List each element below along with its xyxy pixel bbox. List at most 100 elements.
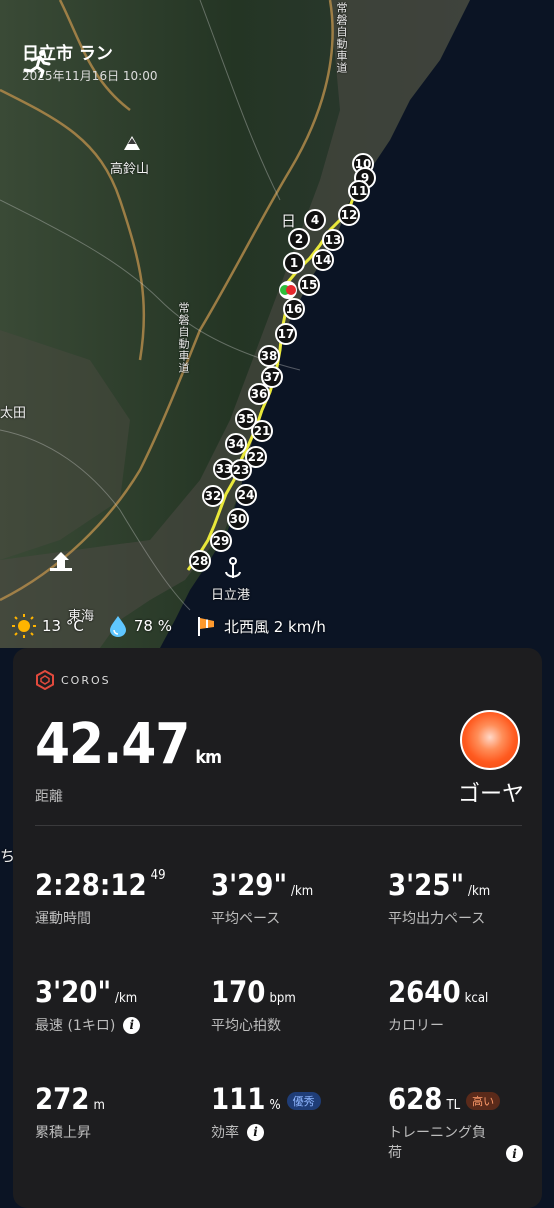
- road-label-mid: 常磐自動車道: [177, 302, 190, 374]
- avg-power-pace-label: 平均出力ペース: [388, 911, 486, 927]
- route-marker: 21: [251, 420, 273, 442]
- avg-pace-unit: /km: [291, 884, 314, 899]
- route-marker: 16: [283, 298, 305, 320]
- efficiency-unit: %: [269, 1098, 281, 1113]
- route-marker-label: 33: [216, 462, 233, 476]
- time-hundredths: 49: [150, 868, 166, 883]
- place-hitachi: 日: [281, 212, 297, 230]
- route-marker: 36: [248, 383, 270, 405]
- route-marker: 30: [227, 508, 249, 530]
- humidity-icon: [109, 616, 126, 637]
- avatar[interactable]: [460, 710, 520, 770]
- route-marker-label: 4: [311, 213, 319, 227]
- training-load-badge: 高い: [466, 1092, 501, 1110]
- wind-flag-icon: [197, 617, 214, 636]
- coros-logo-icon: [36, 670, 54, 690]
- route-marker: 11: [348, 180, 370, 202]
- start-marker: [279, 281, 297, 299]
- route-marker-label: 34: [228, 437, 245, 451]
- distance-label: 距離: [35, 789, 63, 805]
- temperature: 13 °C: [42, 617, 84, 635]
- stat-avg-power-pace: 3'25"/km 平均出力ペース: [388, 868, 490, 928]
- ascent-label: 累積上昇: [35, 1125, 91, 1141]
- route-marker-label: 15: [301, 278, 318, 292]
- athlete-name: ゴーヤ: [457, 782, 524, 807]
- calories-label: カロリー: [388, 1018, 444, 1034]
- info-icon[interactable]: i: [247, 1123, 264, 1141]
- place-ota: 太田: [0, 406, 27, 421]
- efficiency-value: 111: [211, 1082, 266, 1116]
- calories-unit: kcal: [464, 991, 489, 1006]
- efficiency-badge: 優秀: [286, 1092, 321, 1110]
- route-marker-label: 30: [230, 512, 247, 526]
- training-load-value: 628: [388, 1082, 443, 1116]
- route-marker-label: 29: [213, 534, 230, 548]
- place-port: 日立港: [211, 588, 251, 603]
- route-marker-label: 24: [238, 488, 255, 502]
- fastest-unit: /km: [115, 991, 138, 1006]
- map-background: 109111241321411516173837363521342233 2332…: [0, 0, 554, 648]
- weather-bar: 13 °C 78 % 北西風 2 km/h: [12, 614, 344, 638]
- route-marker-label: 14: [315, 253, 332, 267]
- info-icon[interactable]: i: [123, 1016, 141, 1034]
- heart-rate-label: 平均心拍数: [211, 1018, 281, 1034]
- training-load-label: トレーニング負荷: [388, 1125, 486, 1161]
- route-marker-label: 12: [341, 208, 358, 222]
- route-marker-label: 37: [264, 370, 281, 384]
- fastest-value: 3'20": [35, 975, 112, 1009]
- avg-power-pace-unit: /km: [468, 884, 491, 899]
- route-marker-label: 17: [278, 327, 295, 341]
- avg-pace-value: 3'29": [211, 868, 288, 902]
- avg-pace-label: 平均ペース: [211, 911, 281, 927]
- route-marker: 34: [225, 433, 247, 455]
- time-value: 2:28:12: [35, 868, 147, 902]
- fastest-label: 最速 (1キロ): [35, 1018, 116, 1034]
- route-marker-label: 21: [254, 424, 271, 438]
- distance-value: 42.47 km: [35, 712, 222, 777]
- time-label: 運動時間: [35, 911, 91, 927]
- humidity: 78 %: [133, 617, 172, 635]
- road-label-top: 常磐自動車道: [335, 2, 348, 74]
- route-marker: 14: [312, 249, 334, 271]
- stat-ascent: 272 m 累積上昇: [35, 1082, 105, 1142]
- running-icon: [23, 50, 51, 78]
- wind: 北西風 2 km/h: [223, 617, 326, 636]
- ascent-unit: m: [93, 1098, 105, 1113]
- place-mountain: 高鈴山: [110, 162, 150, 177]
- route-marker-label: 16: [286, 302, 303, 316]
- activity-header: 日立市 ラン 2025年11月16日 10:00: [22, 44, 157, 84]
- route-marker: 32: [202, 485, 224, 507]
- stat-fastest: 3'20"/km 最速 (1キロ) i: [35, 975, 141, 1035]
- route-marker: 37: [261, 366, 283, 388]
- route-marker: 23: [230, 459, 252, 481]
- route-marker-label: 23: [233, 463, 250, 477]
- route-marker-label: 36: [251, 387, 268, 401]
- route-marker-label: 11: [351, 184, 368, 198]
- info-icon[interactable]: i: [506, 1145, 523, 1162]
- calories-value: 2640: [388, 975, 461, 1009]
- training-load-unit: TL: [446, 1098, 461, 1113]
- route-marker: 1: [283, 252, 305, 274]
- route-marker: 13: [322, 229, 344, 251]
- stat-heart-rate: 170 bpm 平均心拍数: [211, 975, 296, 1035]
- route-marker: 29: [210, 530, 232, 552]
- route-marker: 2: [288, 228, 310, 250]
- stat-calories: 2640 kcal カロリー: [388, 975, 488, 1035]
- route-marker: 15: [298, 274, 320, 296]
- distance-unit: km: [195, 747, 222, 768]
- route-marker-label: 1: [290, 256, 298, 270]
- summary-card: COROS 42.47 km 距離 ゴーヤ 2:28:12 49 運動時間 3'29…: [13, 648, 542, 1208]
- route-marker: 28: [189, 550, 211, 572]
- stat-efficiency: 111% 優秀 効率 i: [211, 1082, 321, 1142]
- route-marker: 4: [304, 209, 326, 231]
- route-marker-label: 38: [261, 349, 278, 363]
- route-marker-label: 13: [325, 233, 342, 247]
- distance-number: 42.47: [35, 712, 190, 777]
- heart-rate-value: 170: [211, 975, 266, 1009]
- sun-icon: [12, 614, 36, 638]
- stat-avg-pace: 3'29"/km 平均ペース: [211, 868, 313, 928]
- stat-training-load: 628 TL 高い トレーニング負荷 i: [388, 1082, 523, 1162]
- route-marker: 12: [338, 204, 360, 226]
- route-marker: 38: [258, 345, 280, 367]
- route-marker: 24: [235, 484, 257, 506]
